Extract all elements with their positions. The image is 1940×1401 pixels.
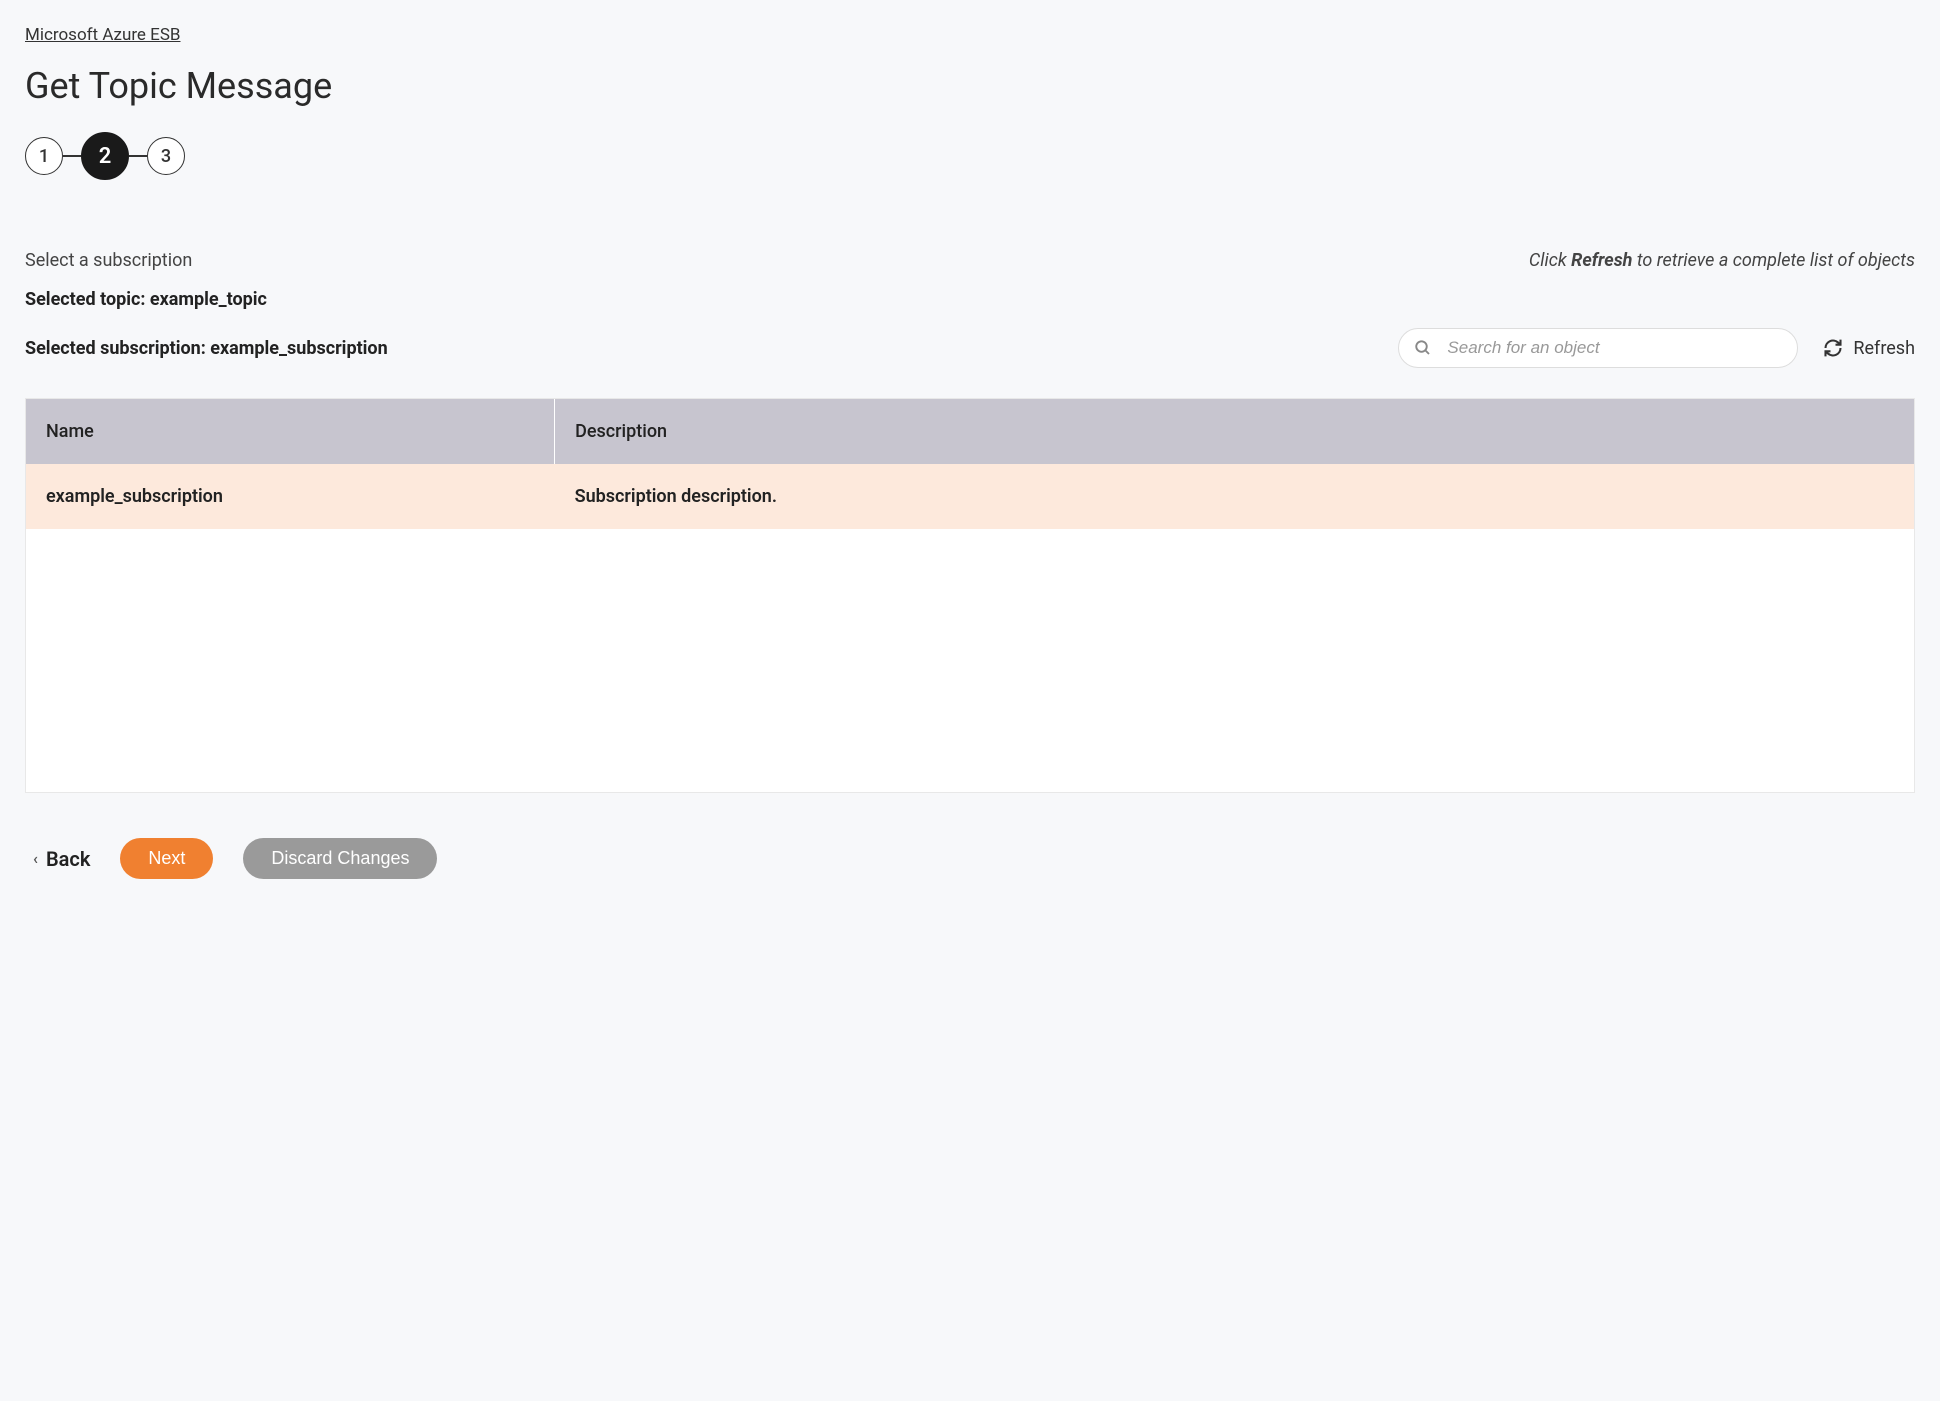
search-input[interactable] [1398,328,1798,368]
refresh-button[interactable]: Refresh [1823,338,1915,359]
stepper: 1 2 3 [25,132,1915,180]
next-button[interactable]: Next [120,838,213,879]
subscription-table: Name Description example_subscription Su… [26,399,1914,529]
col-header-description[interactable]: Description [555,399,1914,464]
step-1[interactable]: 1 [25,137,63,175]
selected-subscription-value: example_subscription [210,338,387,359]
refresh-hint-prefix: Click [1529,250,1571,271]
selected-subscription-label: Selected subscription: [25,338,210,359]
selected-subscription: Selected subscription: example_subscript… [25,338,388,359]
refresh-icon [1823,338,1843,358]
cell-description: Subscription description. [555,464,1914,529]
step-2[interactable]: 2 [81,132,129,180]
back-button[interactable]: ‹ Back [33,847,90,871]
table-row[interactable]: example_subscription Subscription descri… [26,464,1914,529]
step-3[interactable]: 3 [147,137,185,175]
refresh-hint-suffix: to retrieve a complete list of objects [1632,250,1915,271]
col-header-name[interactable]: Name [26,399,555,464]
cell-name: example_subscription [26,464,555,529]
refresh-hint: Click Refresh to retrieve a complete lis… [1529,250,1915,271]
search-icon [1414,339,1432,357]
selected-topic: Selected topic: example_topic [25,289,1915,310]
table-container: Name Description example_subscription Su… [25,398,1915,793]
discard-button[interactable]: Discard Changes [243,838,437,879]
selected-topic-value: example_topic [150,289,267,310]
selected-topic-label: Selected topic: [25,289,150,310]
chevron-left-icon: ‹ [33,849,38,868]
footer-buttons: ‹ Back Next Discard Changes [25,838,1915,879]
step-connector [63,155,81,157]
refresh-hint-bold: Refresh [1571,250,1632,271]
search-box [1398,328,1798,368]
page-title: Get Topic Message [25,65,1915,107]
step-connector [129,155,147,157]
instruction-text: Select a subscription [25,250,192,271]
breadcrumb-link[interactable]: Microsoft Azure ESB [25,25,181,45]
back-label: Back [46,847,90,871]
refresh-label: Refresh [1853,338,1915,359]
